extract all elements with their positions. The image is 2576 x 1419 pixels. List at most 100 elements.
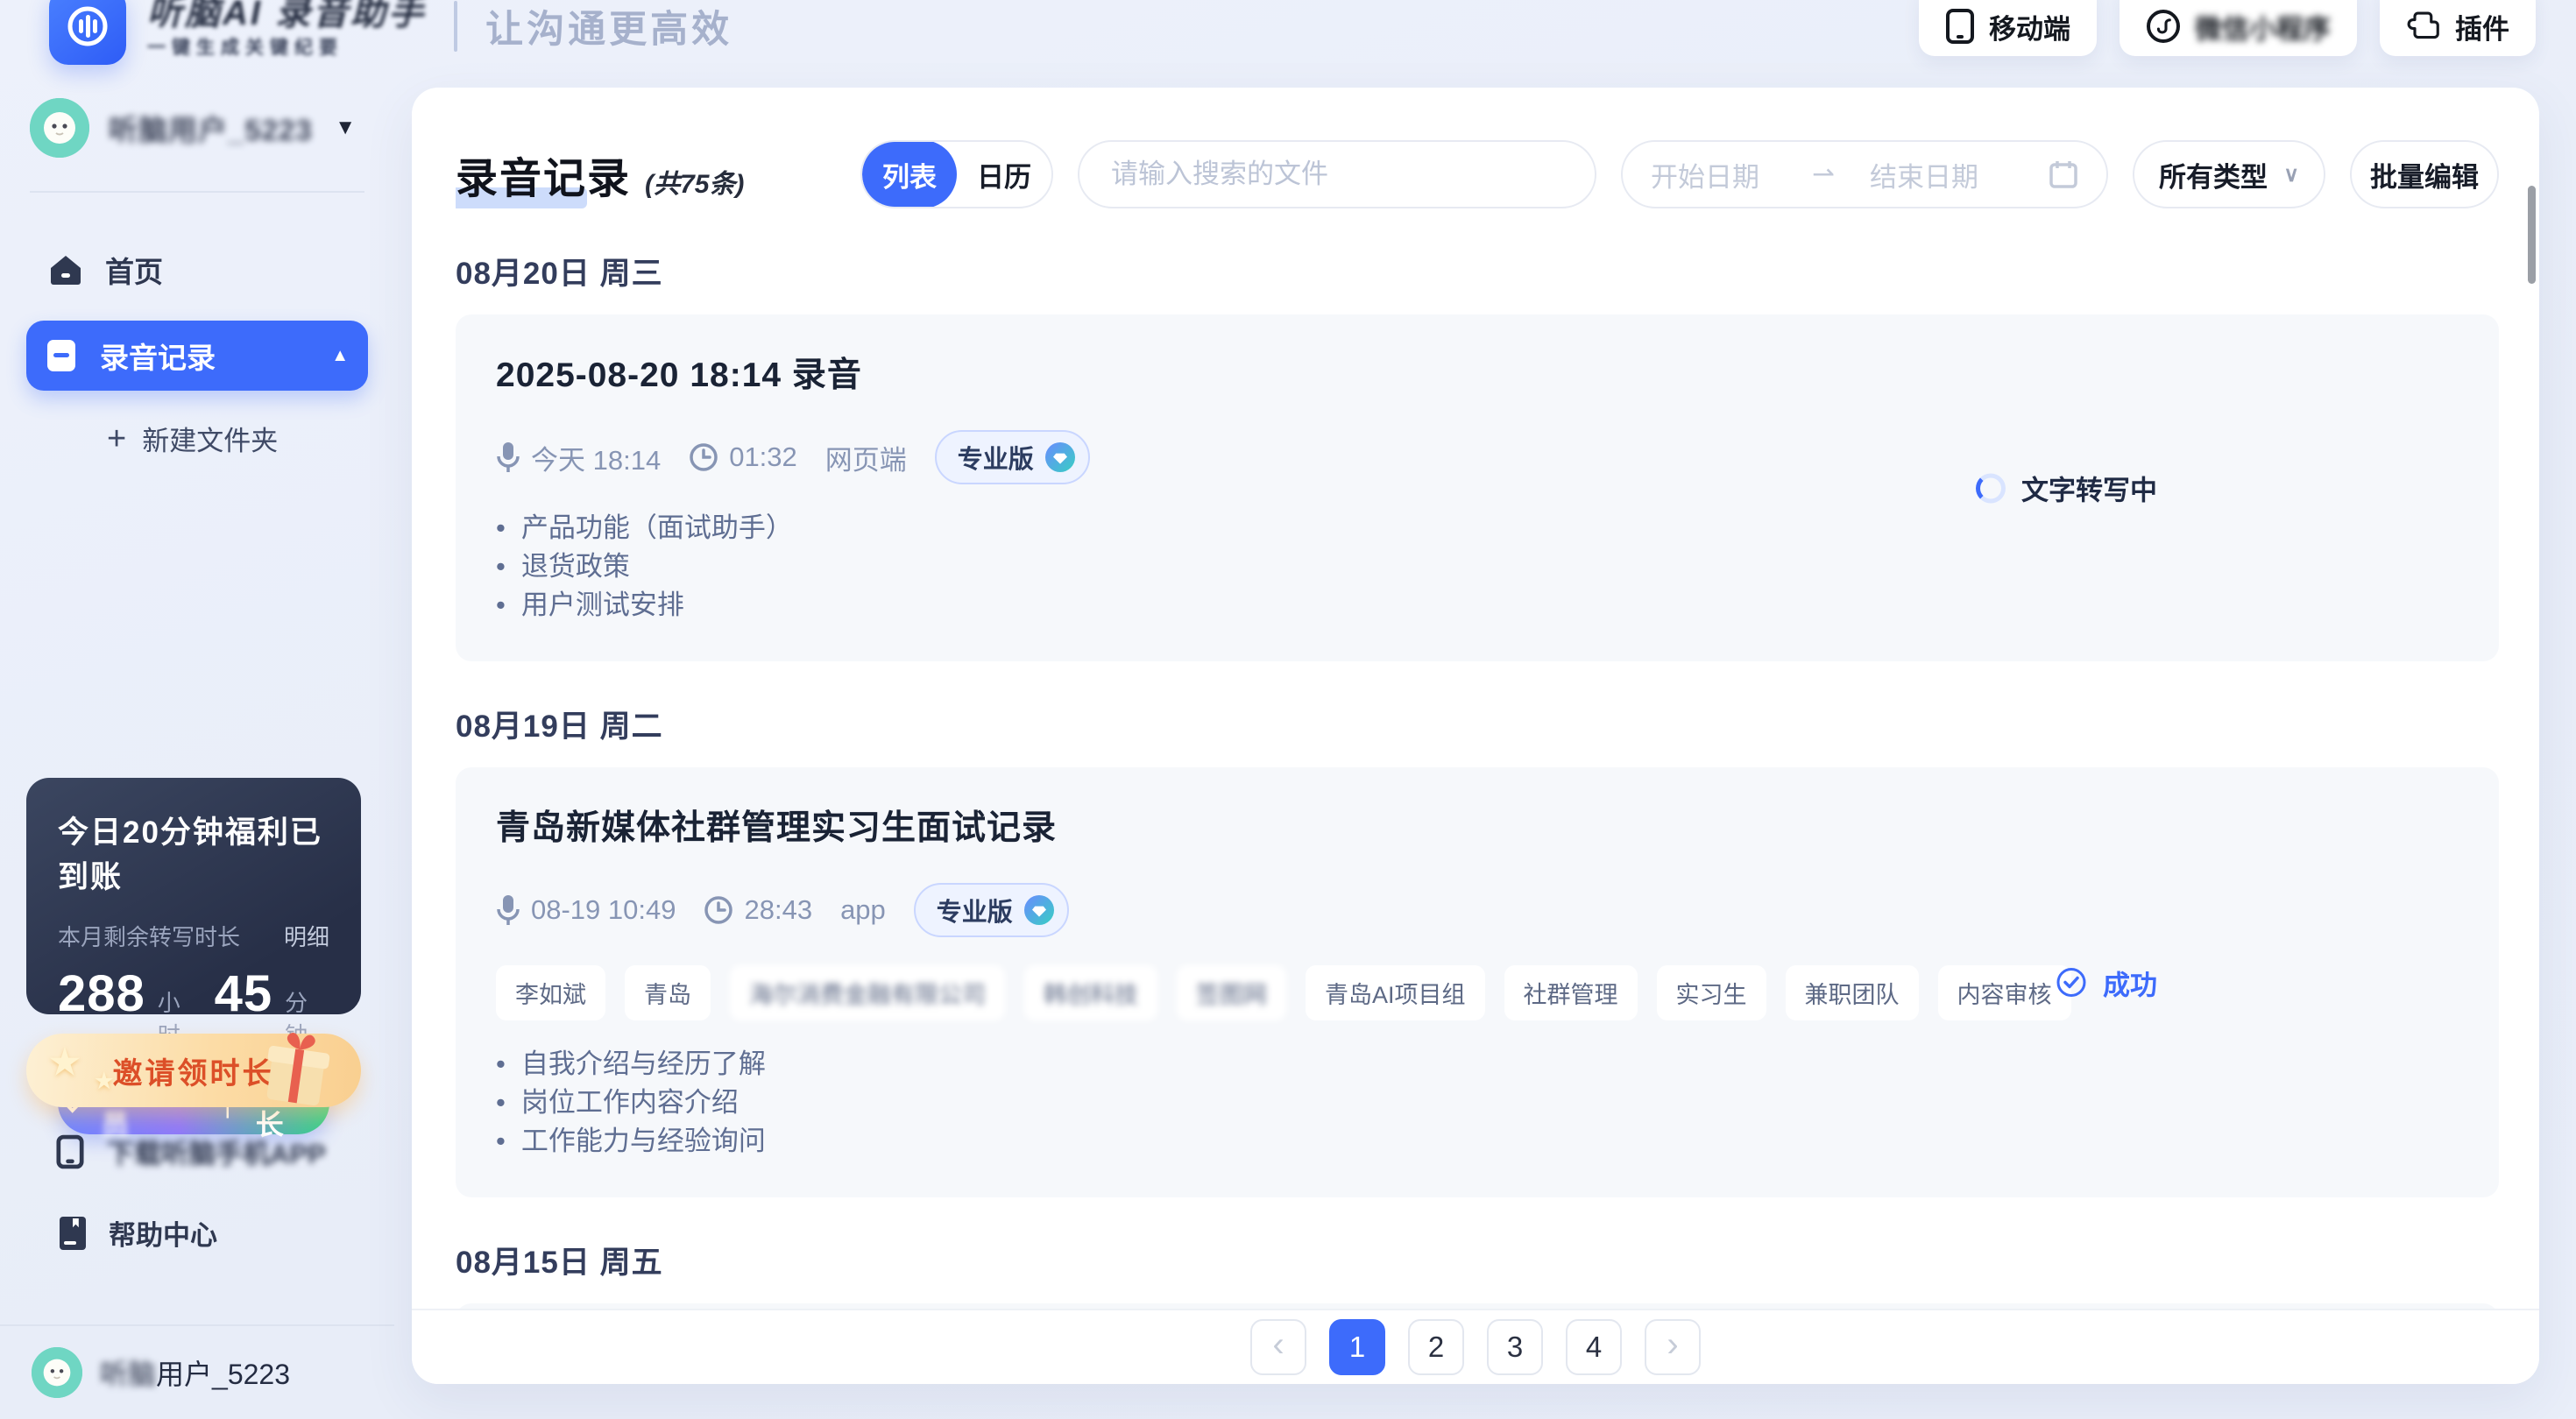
invite-button[interactable]: ★ ★ 邀请领时长	[26, 1033, 361, 1107]
status-success: 成功	[2056, 963, 2157, 1002]
plan-badge: 专业版	[934, 430, 1090, 484]
main-panel: 录音记录 (共75条) 列表 日历 开始日期 ⇀ 结束日期 所有类	[412, 88, 2539, 1384]
tag-chip: 韩创科技	[1024, 965, 1157, 1020]
record-count: (共75条)	[645, 170, 745, 199]
search-box	[1078, 140, 1596, 208]
footer-user-rest: 用户_5223	[156, 1359, 291, 1390]
tag-chip: 海尔消费金融有限公司	[730, 965, 1005, 1020]
sidebar-nav: 首页 录音记录 ▲	[26, 242, 368, 391]
new-folder-label: 新建文件夹	[142, 426, 279, 456]
plugin-label: 插件	[2455, 13, 2509, 45]
status-transcribing: 文字转写中	[1976, 469, 2157, 508]
chevron-down-icon[interactable]: ▼	[335, 116, 356, 140]
header-tagline: 让沟通更高效	[485, 9, 733, 51]
quota-minutes: 45	[214, 965, 273, 1022]
scrollbar-thumb[interactable]	[2528, 186, 2536, 284]
record-meta: 08-19 10:49 28:43 app 专业版	[496, 883, 2459, 937]
tag-chip: 签图网	[1177, 965, 1286, 1020]
mobile-app-label: 移动端	[1989, 13, 2070, 45]
mobile-app-button[interactable]: 移动端	[1919, 0, 2097, 56]
help-center-label: 帮助中心	[109, 1220, 217, 1251]
sidebar-footer-user[interactable]: 听脑用户_5223	[0, 1324, 394, 1419]
record-duration: 01:32	[729, 441, 797, 472]
header-actions: 移动端 微信小程序 插件	[1919, 0, 2536, 56]
sidebar-user[interactable]: 听脑用户_5223 ▼	[30, 98, 364, 158]
pagination-page-4[interactable]: 4	[1566, 1319, 1622, 1375]
pagination-bar: ‹ 1 2 3 4 ›	[412, 1309, 2539, 1384]
check-circle-icon	[2056, 968, 2086, 997]
brain-logo-icon	[49, 0, 126, 65]
date-group: 08月20日 周三 2025-08-20 18:14 录音 今天 18:14 0…	[456, 249, 2499, 661]
sidebar-divider	[30, 191, 364, 193]
logo-subtitle: 一键生成关键纪要	[147, 38, 343, 58]
app-logo: 听脑AI 录音助手 一键生成关键纪要 让沟通更高效	[49, 0, 732, 65]
pagination-page-2[interactable]: 2	[1408, 1319, 1464, 1375]
user-avatar	[32, 1347, 82, 1398]
summary-bullets: • 产品功能（面试助手） • 退货政策 • 用户测试安排	[496, 509, 2459, 625]
sidebar-item-home[interactable]: 首页	[30, 242, 364, 298]
summary-bullets: • 自我介绍与经历了解 • 岗位工作内容介绍 • 工作能力与经验询问	[496, 1045, 2459, 1161]
phone-icon	[56, 1134, 84, 1168]
toolbar-controls: 列表 日历 开始日期 ⇀ 结束日期 所有类型 ∨ 批量编辑	[860, 140, 2499, 208]
top-header: 听脑AI 录音助手 一键生成关键纪要 让沟通更高效 移动端 微信小程序 插件	[49, 0, 2536, 96]
start-date-field[interactable]: 开始日期	[1651, 155, 1800, 194]
plugin-button[interactable]: 插件	[2380, 0, 2536, 56]
chevron-up-icon[interactable]: ▲	[331, 346, 349, 366]
record-time: 08-19 10:49	[531, 894, 676, 925]
plan-badge: 专业版	[913, 883, 1069, 937]
search-input[interactable]	[1111, 159, 1563, 190]
download-app-link[interactable]: 下载听脑手机APP	[56, 1132, 326, 1171]
wechat-miniprogram-button[interactable]: 微信小程序	[2120, 0, 2357, 56]
sidebar-item-records[interactable]: 录音记录 ▲	[26, 321, 368, 391]
pagination-page-1[interactable]: 1	[1329, 1319, 1385, 1375]
type-filter-value: 所有类型	[2159, 161, 2268, 193]
star-icon: ★	[49, 1043, 83, 1082]
new-folder-button[interactable]: + 新建文件夹	[30, 419, 364, 458]
record-card[interactable]: 青岛新媒体社群管理实习生面试记录 08-19 10:49 28:43 app 专…	[456, 767, 2499, 1197]
end-date-field[interactable]: 结束日期	[1870, 155, 2019, 194]
tag-chip: 社群管理	[1504, 965, 1638, 1020]
home-icon	[51, 256, 81, 285]
tag-chip: 内容审核	[1937, 965, 2071, 1020]
logo-title: 听脑AI 录音助手	[147, 0, 427, 32]
phone-icon	[1946, 9, 1974, 44]
record-source: 网页端	[824, 444, 907, 476]
quota-detail-link[interactable]: 明细	[284, 920, 329, 952]
date-range-picker[interactable]: 开始日期 ⇀ 结束日期	[1621, 140, 2108, 208]
tab-calendar-view[interactable]: 日历	[957, 142, 1051, 207]
type-filter-dropdown[interactable]: 所有类型 ∨	[2133, 140, 2325, 208]
bullet-item: 岗位工作内容介绍	[520, 1087, 739, 1118]
date-group: 08月15日 周五 兼职人员个税政策调整通知 08-15 13:36 01:02…	[456, 1238, 2499, 1309]
sidebar-item-label: 录音记录	[100, 342, 216, 374]
book-icon	[60, 1216, 86, 1250]
pagination-prev-button[interactable]: ‹	[1250, 1319, 1306, 1375]
bullet-item: 工作能力与经验询问	[520, 1126, 766, 1156]
quota-title: 今日20分钟福利已到账	[58, 815, 322, 894]
quota-card: 今日20分钟福利已到账 本月剩余转写时长 明细 288 小时 45 分钟 开通会…	[26, 778, 361, 1140]
pagination-next-button[interactable]: ›	[1645, 1319, 1701, 1375]
pagination-page-3[interactable]: 3	[1487, 1319, 1543, 1375]
bullet-item: 自我介绍与经历了解	[520, 1048, 766, 1079]
tab-list-view[interactable]: 列表	[862, 142, 957, 207]
tag-chip: 兼职团队	[1785, 965, 1919, 1020]
tag-chip: 李如斌	[496, 965, 605, 1020]
gem-badge-icon	[1023, 895, 1054, 925]
user-avatar	[30, 98, 89, 158]
clock-icon	[690, 443, 718, 471]
tag-chip: 实习生	[1656, 965, 1766, 1020]
record-meta: 今天 18:14 01:32 网页端 专业版	[496, 430, 2459, 484]
page-title: 录音记录	[456, 144, 631, 208]
miniprogram-label: 微信小程序	[2195, 13, 2331, 45]
loading-spinner-icon	[1976, 473, 2006, 503]
microphone-icon	[497, 895, 520, 925]
status-label: 文字转写中	[2021, 475, 2157, 506]
batch-edit-button[interactable]: 批量编辑	[2350, 140, 2499, 208]
record-card[interactable]: 2025-08-20 18:14 录音 今天 18:14 01:32 网页端 专…	[456, 314, 2499, 661]
help-center-link[interactable]: 帮助中心	[56, 1213, 326, 1253]
chevron-down-icon: ∨	[2283, 162, 2299, 187]
date-group: 08月19日 周二 青岛新媒体社群管理实习生面试记录 08-19 10:49 2…	[456, 702, 2499, 1197]
header-divider	[454, 1, 458, 52]
gem-badge-icon	[1044, 442, 1075, 472]
records-content: 录音记录 (共75条) 列表 日历 开始日期 ⇀ 结束日期 所有类	[456, 88, 2499, 1309]
record-source: app	[840, 894, 886, 925]
